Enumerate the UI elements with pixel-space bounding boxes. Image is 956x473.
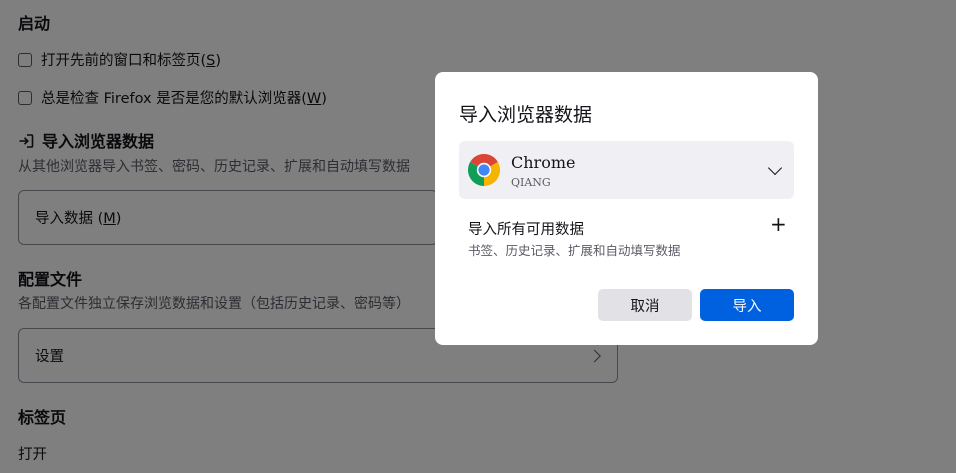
- import-all-label: 导入所有可用数据: [468, 222, 584, 238]
- browser-name: Chrome: [511, 153, 576, 172]
- import-button[interactable]: 导入: [700, 289, 794, 321]
- cancel-button[interactable]: 取消: [598, 289, 692, 321]
- import-dialog: 导入浏览器数据 Chrome QIANG 导入所有可用数据 书签、历史记录、扩展…: [435, 72, 818, 345]
- dialog-title: 导入浏览器数据: [459, 104, 593, 126]
- browser-select-dropdown[interactable]: Chrome QIANG: [459, 141, 794, 199]
- chevron-down-icon: [767, 160, 783, 176]
- chrome-logo-icon: [468, 154, 500, 186]
- browser-profile-name: QIANG: [511, 176, 551, 189]
- import-all-description: 书签、历史记录、扩展和自动填写数据: [468, 243, 681, 258]
- plus-icon[interactable]: +: [770, 214, 787, 234]
